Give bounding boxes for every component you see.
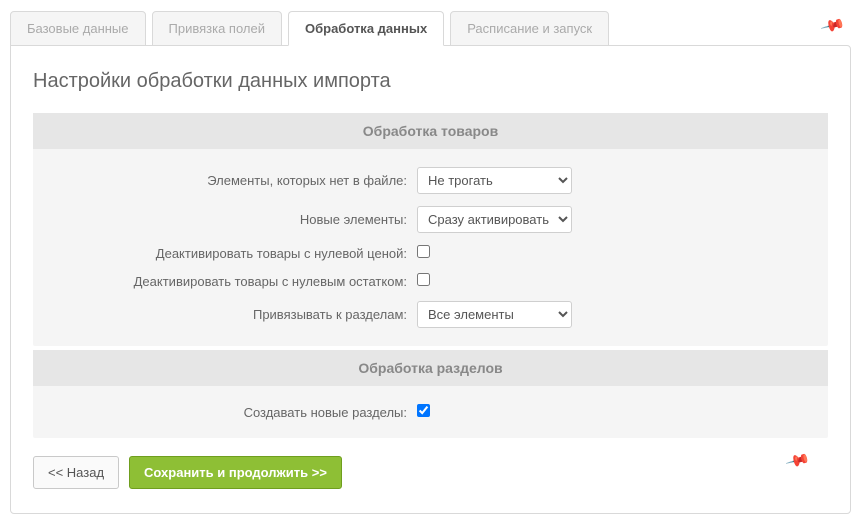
select-new-elements[interactable]: Сразу активировать [417, 206, 572, 233]
tab-data-processing[interactable]: Обработка данных [288, 11, 444, 46]
section-products-header: Обработка товаров [33, 113, 828, 149]
label-deactivate-zero-stock: Деактивировать товары с нулевым остатком… [47, 274, 417, 289]
select-bind-to-sections[interactable]: Все элементы [417, 301, 572, 328]
section-sections: Обработка разделов Создавать новые разде… [33, 350, 828, 438]
label-new-elements: Новые элементы: [47, 212, 417, 227]
tab-basic-data[interactable]: Базовые данные [10, 11, 146, 46]
main-panel: Настройки обработки данных импорта Обраб… [10, 45, 851, 514]
tab-schedule[interactable]: Расписание и запуск [450, 11, 609, 46]
checkbox-deactivate-zero-stock[interactable] [417, 273, 430, 286]
section-sections-header: Обработка разделов [33, 350, 828, 386]
section-products: Обработка товаров Элементы, которых нет … [33, 113, 828, 346]
pin-icon[interactable]: 📌 [784, 447, 811, 474]
label-bind-to-sections: Привязывать к разделам: [47, 307, 417, 322]
checkbox-create-new-sections[interactable] [417, 404, 430, 417]
back-button[interactable]: << Назад [33, 456, 119, 489]
label-create-new-sections: Создавать новые разделы: [47, 405, 417, 420]
button-bar: << Назад Сохранить и продолжить >> 📌 [33, 456, 828, 489]
label-deactivate-zero-price: Деактивировать товары с нулевой ценой: [47, 246, 417, 261]
label-missing-elements: Элементы, которых нет в файле: [47, 173, 417, 188]
save-button[interactable]: Сохранить и продолжить >> [129, 456, 342, 489]
checkbox-deactivate-zero-price[interactable] [417, 245, 430, 258]
page-title: Настройки обработки данных импорта [33, 70, 828, 93]
select-missing-elements[interactable]: Не трогать [417, 167, 572, 194]
tab-field-binding[interactable]: Привязка полей [152, 11, 282, 46]
tabs: Базовые данные Привязка полей Обработка … [10, 10, 851, 45]
